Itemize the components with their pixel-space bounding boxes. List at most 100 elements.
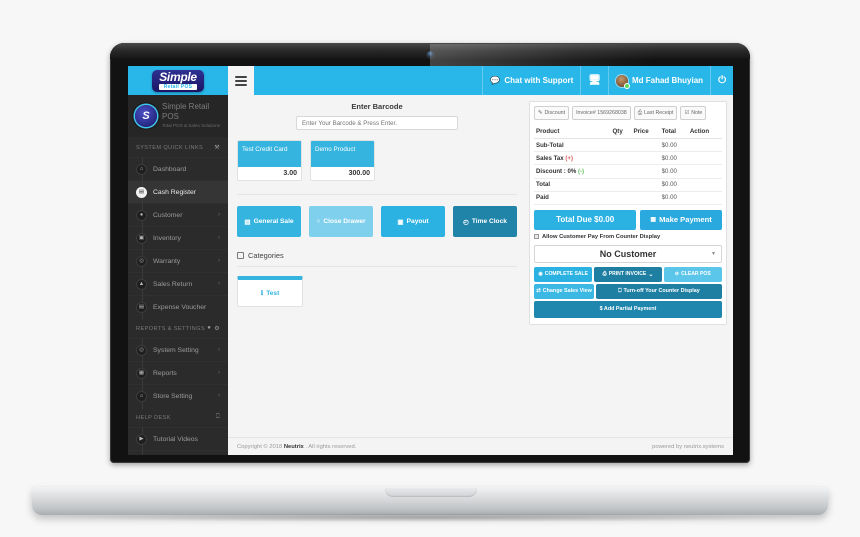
chat-with-support-button[interactable]: 💬 Chat with Support	[482, 66, 580, 95]
sidebar-item-expense-voucher[interactable]: ▤ Expense Voucher	[128, 295, 228, 320]
category-tiles: ℹ Test	[237, 276, 517, 307]
footer: Copyright © 2018 Neutrix . All rights re…	[228, 437, 733, 455]
invoice-chip-discount[interactable]: ✎ Discount	[534, 106, 570, 120]
invoice-row-total: $0.00	[659, 164, 688, 179]
allow-counter-pay-row[interactable]: Allow Customer Pay From Counter Display	[534, 234, 722, 240]
barcode-input[interactable]	[296, 116, 458, 130]
action-button-label: Close Drawer	[323, 218, 366, 225]
invoice-row-price	[631, 178, 660, 192]
sidebar-section-header: REPORTS & SETTINGS ● ⚙	[128, 318, 228, 338]
chevron-right-icon: ›	[218, 370, 220, 376]
change-sales-view-button[interactable]: ⇄ Change Sales View	[534, 283, 594, 299]
sidebar-brand-subtitle: Total POS & Sales Solutions	[162, 123, 220, 128]
sidebar-section-icons: ⚒	[214, 144, 220, 151]
wrench-icon[interactable]: ⚒	[214, 144, 220, 151]
clear-pos-label: CLEAR POS	[681, 271, 711, 278]
invoice-column-header: Product	[534, 125, 611, 139]
invoice-column-header: Total	[659, 125, 688, 139]
complete-sale-button[interactable]: ◉ COMPLETE SALE	[534, 266, 593, 282]
invoice-row-action	[687, 164, 722, 179]
sidebar-item-cash-register[interactable]: ▤ Cash Register	[128, 180, 228, 205]
invoice-panel: ✎ Discount Invoice# 1569268038 ⎙ Last Receip…	[526, 95, 733, 455]
invoice-chip-invoice-1569268038[interactable]: Invoice# 1569268038	[572, 106, 631, 120]
sidebar-item-sales-return[interactable]: ▲ Sales Return ›	[128, 272, 228, 297]
printer-icon: ⎙	[602, 270, 607, 277]
allow-counter-pay-checkbox[interactable]	[534, 234, 539, 240]
turn-off-counter-display-button[interactable]: ⎕ Turn-off Your Counter Display	[596, 283, 722, 299]
sidebar-item-store-setting[interactable]: ⌂ Store Setting ›	[128, 384, 228, 409]
home-icon: ⌂	[136, 163, 147, 175]
invoice-row-sign: (+)	[565, 154, 573, 162]
sidebar-item-warranty[interactable]: ◎ Warranty ›	[128, 249, 228, 274]
product-tile[interactable]: Test Credit Card 3.00	[237, 140, 302, 181]
menu-toggle-button[interactable]	[228, 66, 254, 95]
print-invoice-button[interactable]: ⎙ PRINT INVOICE ⌄	[594, 266, 662, 282]
sidebar-section-icons: ⎕	[216, 414, 220, 421]
invoice-row-price	[631, 164, 660, 179]
customer-select[interactable]: No Customer ▼	[534, 244, 722, 263]
total-due-button[interactable]: Total Due $0.00	[534, 209, 637, 230]
sidebar-item-reports[interactable]: ▦ Reports ›	[128, 361, 228, 386]
globe-icon[interactable]: ●	[207, 325, 211, 332]
invoice-column-header: Qty	[610, 125, 632, 139]
clear-pos-button[interactable]: ⊘ CLEAR POS	[663, 266, 722, 282]
cart-icon: ▲	[136, 278, 147, 290]
chevron-down-icon: ⌄	[648, 271, 654, 278]
action-button-time-clock[interactable]: ◴ Time Clock	[453, 206, 517, 237]
sidebar-item-dashboard[interactable]: ⌂ Dashboard	[128, 157, 228, 182]
footer-copyright: Copyright © 2018 Neutrix . All rights re…	[237, 444, 356, 450]
register-icon: ▤	[136, 186, 147, 198]
invoice-row-label: Sub-Total	[534, 138, 611, 153]
monitor-icon[interactable]: ⎕	[216, 414, 220, 421]
sidebar-brand[interactable]: S Simple Retail POS Total POS & Sales So…	[128, 95, 228, 137]
invoice-row-qty	[610, 164, 632, 179]
chat-with-support-label: Chat with Support	[504, 76, 574, 85]
webcam-icon	[427, 51, 434, 58]
sidebar-item-label: Inventory	[153, 234, 181, 242]
sidebar-section-icons: ● ⚙	[207, 325, 220, 332]
product-tile[interactable]: Demo Product 300.00	[310, 140, 375, 181]
hamburger-icon	[235, 74, 247, 88]
footer-copyright-prefix: Copyright © 2018	[237, 443, 284, 450]
brand-logo[interactable]: Simple Retail POS	[128, 66, 228, 95]
gear-icon[interactable]: ⚙	[214, 325, 220, 332]
chevron-right-icon: ›	[218, 347, 220, 353]
action-button-close-drawer[interactable]: ○ Close Drawer	[309, 206, 373, 237]
invoice-action-row-2: ⇄ Change Sales View ⎕ Turn-off Your Coun…	[534, 283, 722, 299]
counter-display-button[interactable]: 🖥	[580, 66, 608, 95]
invoice-action-row-1: ◉ COMPLETE SALE ⎙ PRINT INVOICE ⌄ ⊘ CLEA…	[534, 266, 722, 282]
brand-name-secondary: Retail POS	[159, 83, 197, 90]
check-circle-icon: ◉	[538, 271, 543, 278]
turn-off-counter-display-label: Turn-off Your Counter Display	[623, 288, 700, 295]
action-button-payout[interactable]: ▣ Payout	[381, 206, 445, 237]
product-tiles: Test Credit Card 3.00 Demo Product 300.00	[237, 140, 517, 181]
sidebar-item-admin-chat-window[interactable]: ◕Admin Chat Window	[128, 450, 228, 455]
sidebar-item-customer[interactable]: ● Customer ›	[128, 203, 228, 228]
nav-rail	[141, 450, 143, 455]
invoice-row-total: $0.00	[659, 138, 688, 153]
change-sales-view-label: Change Sales View	[542, 288, 592, 295]
brand-name-primary: Simple	[159, 69, 197, 84]
invoice-row-price	[631, 151, 660, 166]
chevron-right-icon: ›	[218, 393, 220, 399]
sidebar-item-inventory[interactable]: ▣ Inventory ›	[128, 226, 228, 251]
category-tile[interactable]: ℹ Test	[237, 276, 303, 307]
invoice-chip-label: Discount	[544, 110, 566, 116]
make-payment-button[interactable]: ▦ Make Payment	[640, 209, 722, 230]
chat-bubble-icon: 💬	[490, 76, 501, 85]
invoice-row-price	[631, 138, 660, 153]
invoice-chip-note[interactable]: ☑ Note	[680, 106, 707, 120]
sidebar-section-title: SYSTEM QUICK LINKS	[136, 144, 204, 151]
invoice-row: Discount : 0% (-) $0.00	[534, 164, 722, 179]
invoice-row-qty	[610, 151, 632, 166]
invoice-chip-last-receipt[interactable]: ⎙ Last Receipt	[633, 106, 678, 120]
laptop-mockup: Simple Retail POS 💬 Chat with Support 🖥	[0, 0, 860, 537]
add-partial-payment-button[interactable]: $ Add Partial Payment	[534, 300, 722, 318]
sidebar-item-tutorial-videos[interactable]: ▶ Tutorial Videos	[128, 427, 228, 452]
user-menu[interactable]: Md Fahad Bhuyian	[607, 66, 710, 95]
sidebar-item-system-setting[interactable]: ◎ System Setting ›	[128, 338, 228, 363]
action-button-general-sale[interactable]: ▤ General Sale	[237, 206, 301, 237]
product-name: Test Credit Card	[238, 141, 301, 167]
logout-button[interactable]: ⏻	[710, 66, 733, 95]
sidebar-brand-title: Simple Retail POS	[162, 102, 210, 121]
